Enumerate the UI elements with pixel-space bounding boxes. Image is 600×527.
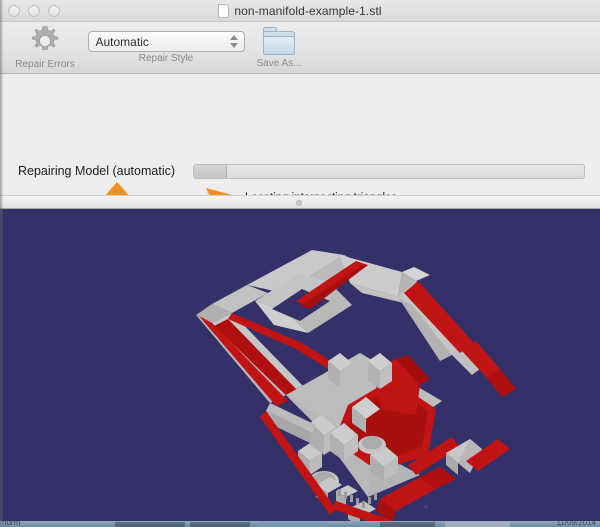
repair-style-control: Automatic Repair Style [84,24,248,64]
repair-status-panel: Repairing Model (automatic) Locating int… [0,74,600,199]
window-left-edge [0,0,3,527]
taskbar-item[interactable] [190,522,250,527]
window-title-area: non-manifold-example-1.stl [0,0,600,22]
taskbar-clock: 11/09/2014 [557,521,596,527]
splitter-handle[interactable] [296,200,302,206]
save-as-button[interactable]: Save As... [248,24,310,69]
taskbar-item[interactable] [258,522,328,527]
repair-errors-label: Repair Errors [15,59,74,70]
stl-model-3d-view [0,209,600,521]
toolbar: Repair Errors Automatic Repair Style Sav… [0,22,600,74]
taskbar-item[interactable] [445,522,510,527]
repair-style-value: Automatic [96,35,149,49]
repair-progress-bar [193,164,585,179]
os-taskbar[interactable]: norm 11/09/2014 [0,521,600,527]
taskbar-item[interactable] [115,522,185,527]
gear-icon [28,24,62,58]
save-as-label: Save As... [256,58,301,69]
repair-style-label: Repair Style [139,53,193,64]
taskbar-start-label[interactable]: norm [2,521,20,527]
taskbar-item[interactable] [380,522,435,527]
panel-splitter[interactable] [0,195,600,209]
stepper-arrows-icon[interactable] [230,35,238,50]
repair-operation-label: Repairing Model (automatic) [18,164,175,178]
repair-errors-button[interactable]: Repair Errors [6,24,84,70]
repair-style-select[interactable]: Automatic [88,31,245,52]
application-window: non-manifold-example-1.stl Repair Errors… [0,0,600,527]
window-titlebar: non-manifold-example-1.stl [0,0,600,22]
model-3d-viewport[interactable] [0,209,600,521]
folder-icon [263,27,295,57]
window-title: non-manifold-example-1.stl [234,4,381,18]
document-icon [218,4,229,18]
progress-indicator [194,165,227,178]
